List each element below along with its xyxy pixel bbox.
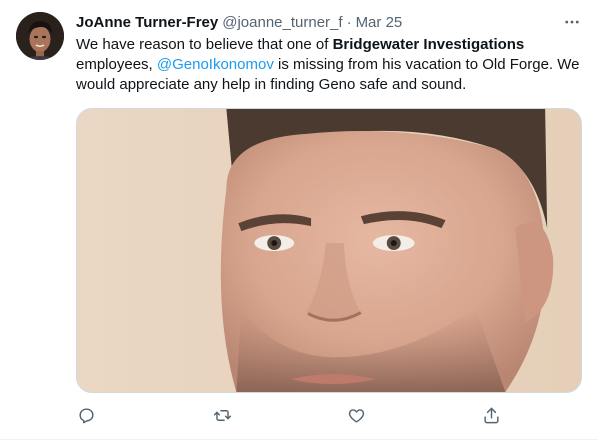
share-button[interactable]	[481, 403, 501, 427]
tweet-text-part1: We have reason to believe that one of	[76, 36, 333, 53]
tweet-header: JoAnne Turner-Frey @joanne_turner_f · Ma…	[76, 12, 582, 32]
like-icon	[348, 408, 364, 423]
retweet-button[interactable]	[212, 403, 232, 427]
photo-image	[77, 109, 581, 392]
avatar[interactable]	[16, 12, 64, 60]
avatar-image	[16, 12, 64, 60]
author-name[interactable]: JoAnne Turner-Frey	[76, 14, 218, 31]
tweet-text: We have reason to believe that one of Br…	[76, 35, 586, 95]
retweet-icon	[213, 409, 231, 421]
tweet-text-part2: employees,	[76, 56, 157, 73]
separator-dot: ·	[346, 13, 352, 31]
share-icon	[483, 407, 499, 423]
tweet-actions	[76, 403, 516, 427]
tweet[interactable]: JoAnne Turner-Frey @joanne_turner_f · Ma…	[0, 0, 598, 440]
more-options-button[interactable]	[560, 12, 584, 32]
mention-link[interactable]: @GenoIkonomov	[157, 56, 274, 73]
reply-button[interactable]	[76, 403, 96, 427]
more-icon	[565, 20, 579, 24]
tweet-photo[interactable]	[76, 108, 582, 393]
like-button[interactable]	[346, 403, 366, 427]
author-handle[interactable]: @joanne_turner_f	[222, 14, 342, 31]
tweet-text-bold: Bridgewater Investigations	[332, 36, 525, 53]
reply-icon	[78, 407, 94, 423]
tweet-date[interactable]: Mar 25	[356, 14, 403, 31]
